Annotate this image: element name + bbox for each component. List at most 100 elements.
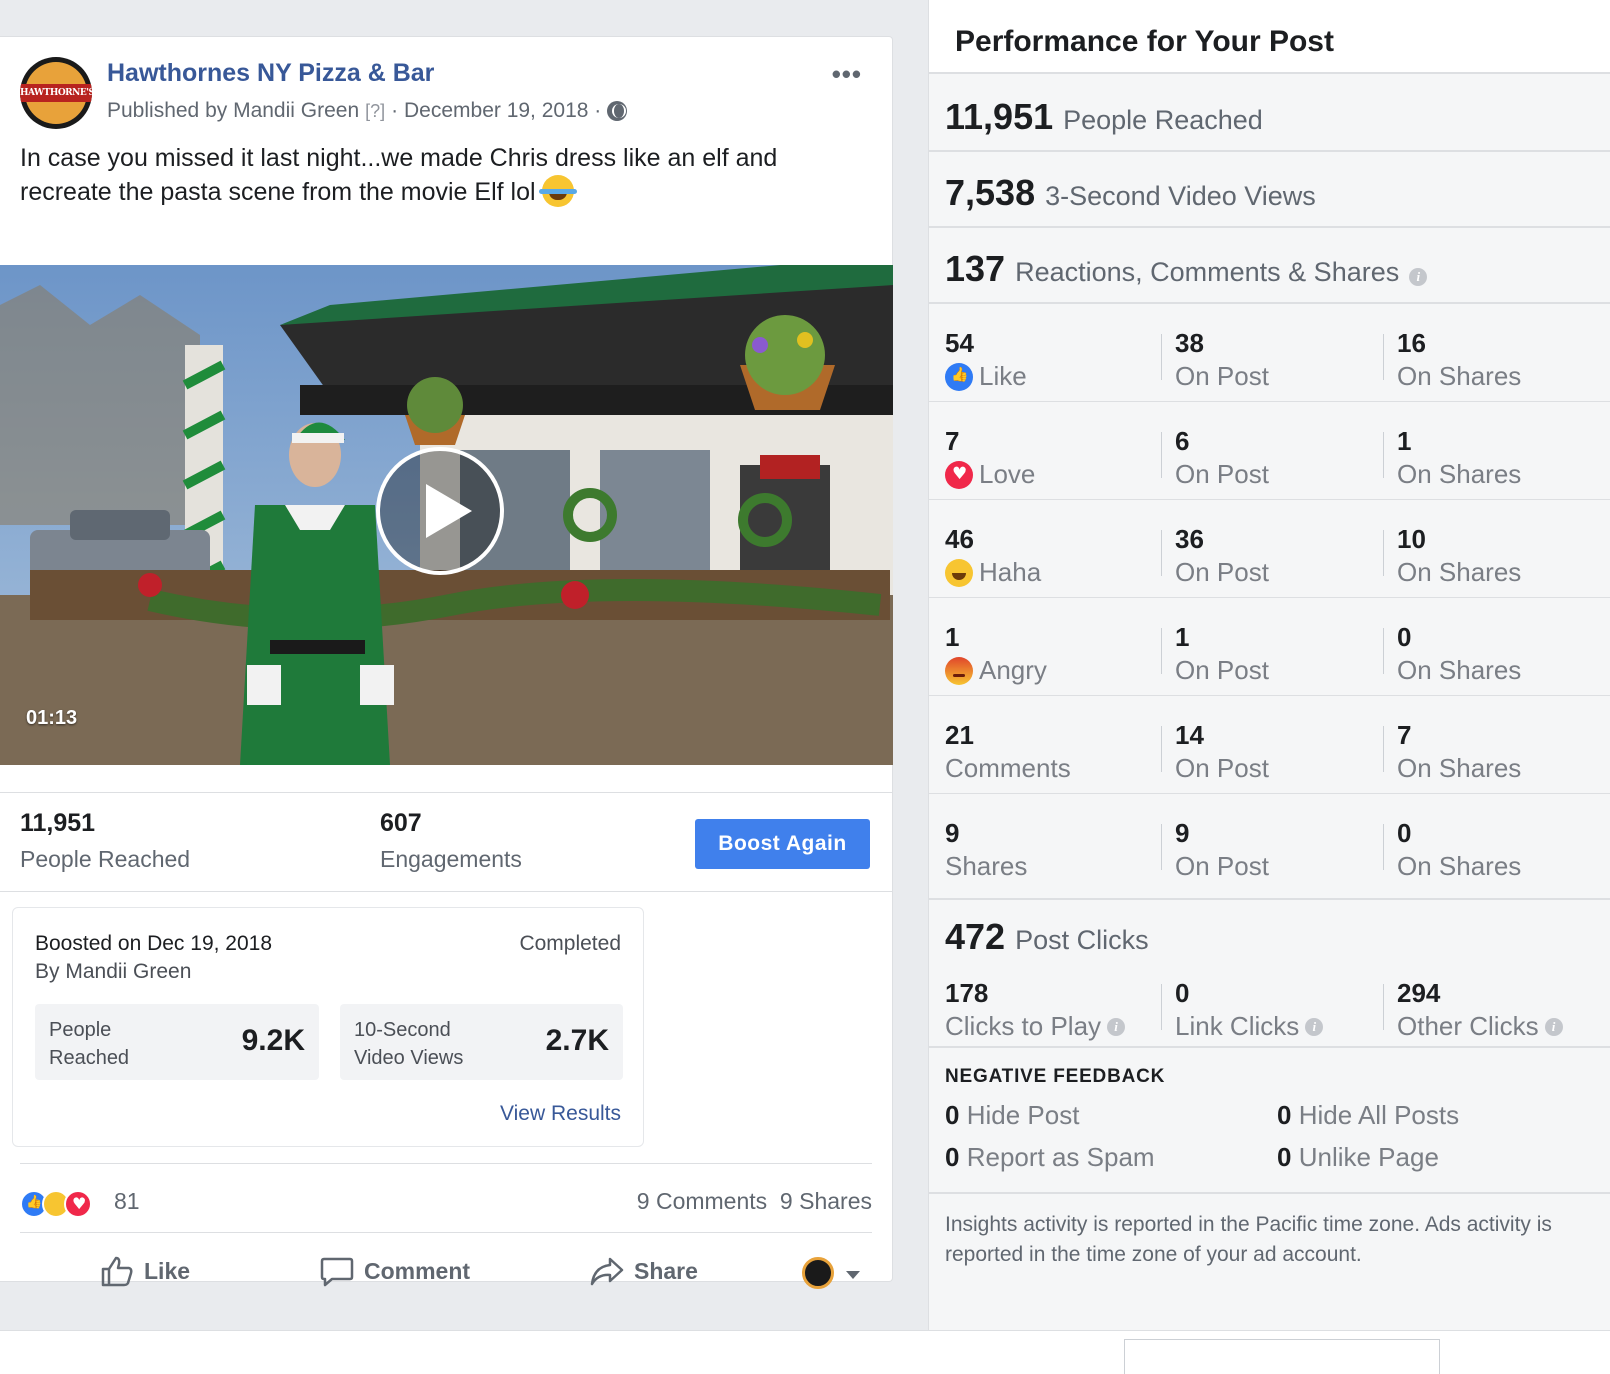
hide-all-posts-value: 0 bbox=[1277, 1100, 1292, 1130]
on-shares-label: On Shares bbox=[1397, 361, 1522, 391]
boost-metric2-label-line1: 10-Second bbox=[354, 1019, 451, 1041]
insights-reached-value: 11,951 bbox=[945, 96, 1054, 137]
shares-total: 9 bbox=[945, 818, 960, 848]
insights-rcs-label: Reactions, Comments & Shares bbox=[1015, 257, 1400, 287]
bottom-strip bbox=[0, 1330, 1610, 1374]
share-arrow-icon bbox=[590, 1257, 624, 1286]
shares-on-post-value: 9 bbox=[1175, 818, 1190, 848]
link-clicks: 0 Link Clicks i bbox=[1175, 978, 1324, 1042]
negative-feedback-title: NEGATIVE FEEDBACK bbox=[945, 1066, 1166, 1087]
boost-people-reached-label: People Reached bbox=[49, 1016, 129, 1072]
hide-all-posts-label: Hide All Posts bbox=[1298, 1100, 1460, 1130]
published-by[interactable]: Published by Mandii Green bbox=[107, 99, 359, 123]
clicks-to-play-value: 178 bbox=[945, 978, 989, 1008]
report-spam-value: 0 bbox=[945, 1142, 960, 1172]
help-mark[interactable]: [?] bbox=[365, 101, 385, 122]
chevron-down-icon[interactable] bbox=[846, 1271, 860, 1279]
insights-rcs-value: 137 bbox=[945, 248, 1006, 289]
comment-icon bbox=[320, 1257, 354, 1287]
tears-of-joy-emoji-icon bbox=[539, 175, 578, 207]
boost-metric1-label-line1: People bbox=[49, 1019, 112, 1041]
on-post-label: On Post bbox=[1175, 851, 1269, 881]
info-icon[interactable]: i bbox=[1544, 1017, 1563, 1036]
boost-summary-box: Boosted on Dec 19, 2018 By Mandii Green … bbox=[12, 907, 644, 1147]
info-icon[interactable]: i bbox=[1107, 1017, 1126, 1036]
reaction-count[interactable]: 81 bbox=[114, 1188, 140, 1215]
negative-feedback-block: NEGATIVE FEEDBACK 0 Hide Post 0 Hide All… bbox=[929, 1048, 1610, 1194]
on-shares-label: On Shares bbox=[1397, 557, 1522, 587]
love-reaction-icon bbox=[64, 1190, 92, 1218]
video-duration: 01:13 bbox=[26, 707, 78, 729]
more-options-icon[interactable]: ••• bbox=[832, 59, 862, 90]
post-card: HAWTHORNE'S Hawthornes NY Pizza & Bar Pu… bbox=[0, 36, 893, 1289]
insights-views-value: 7,538 bbox=[945, 172, 1036, 213]
acting-as-avatar[interactable] bbox=[802, 1257, 834, 1289]
reaction-icons[interactable] bbox=[20, 1190, 92, 1218]
on-shares-label: On Shares bbox=[1397, 851, 1522, 881]
hide-all-posts-stat: 0 Hide All Posts bbox=[1277, 1100, 1459, 1131]
link-clicks-label: Link Clicks bbox=[1175, 1011, 1300, 1041]
play-button-icon[interactable] bbox=[376, 447, 504, 575]
like-button[interactable]: Like bbox=[100, 1255, 190, 1287]
post-clicks-value: 472 bbox=[945, 916, 1006, 957]
hide-post-label: Hide Post bbox=[966, 1100, 1080, 1130]
other-clicks-value: 294 bbox=[1397, 978, 1441, 1008]
comments-label: Comments bbox=[945, 753, 1071, 783]
hide-post-stat: 0 Hide Post bbox=[945, 1100, 1079, 1131]
info-icon[interactable]: i bbox=[1409, 268, 1428, 286]
clicks-to-play: 178 Clicks to Play i bbox=[945, 978, 1126, 1042]
love-icon bbox=[945, 460, 973, 489]
on-post-label: On Post bbox=[1175, 557, 1269, 587]
comments-on-post-value: 14 bbox=[1175, 720, 1204, 750]
video-player[interactable]: 01:13 bbox=[0, 265, 893, 765]
reaction-row-haha: 46 Haha 36 On Post 10 On Shares bbox=[929, 500, 1610, 598]
boost-metric1-label-line2: Reached bbox=[49, 1047, 130, 1069]
comments-shares-count[interactable]: 9 Comments 9 Shares bbox=[637, 1188, 872, 1215]
boost-title: Boosted on Dec 19, 2018 bbox=[35, 932, 273, 955]
post-clicks-headline: 472 Post Clicks bbox=[945, 916, 1149, 958]
post-date[interactable]: · December 19, 2018 · bbox=[391, 99, 601, 123]
reached-value: 11,951 bbox=[20, 809, 96, 837]
haha-on-post-value: 36 bbox=[1175, 524, 1204, 554]
haha-icon bbox=[945, 558, 973, 587]
engagements-stat: 607 Engagements bbox=[380, 809, 522, 873]
boost-by: By Mandii Green bbox=[35, 960, 192, 983]
hide-post-value: 0 bbox=[945, 1100, 960, 1130]
other-clicks: 294 Other Clicks i bbox=[1397, 978, 1563, 1042]
reactions-summary-row: 81 9 Comments 9 Shares bbox=[20, 1163, 872, 1233]
love-on-post-value: 6 bbox=[1175, 426, 1190, 456]
share-button[interactable]: Share bbox=[590, 1255, 698, 1287]
page-avatar[interactable]: HAWTHORNE'S bbox=[20, 57, 92, 129]
reaction-row-like: 54Like 38On Post 16On Shares bbox=[929, 304, 1610, 402]
like-button-label: Like bbox=[144, 1257, 191, 1284]
insights-views-label: 3-Second Video Views bbox=[1045, 181, 1316, 211]
unlike-page-value: 0 bbox=[1277, 1142, 1292, 1172]
boost-again-button[interactable]: Boost Again bbox=[695, 819, 870, 869]
view-results-link[interactable]: View Results bbox=[500, 1102, 621, 1126]
boost-status: Completed bbox=[519, 932, 621, 955]
unlike-page-stat: 0 Unlike Page bbox=[1277, 1142, 1439, 1173]
boost-video-views-label: 10-Second Video Views bbox=[354, 1016, 463, 1072]
like-icon bbox=[945, 362, 973, 391]
love-total: 7 bbox=[945, 426, 960, 456]
engagements-label: Engagements bbox=[380, 846, 522, 872]
clicks-to-play-label: Clicks to Play bbox=[945, 1011, 1102, 1041]
comment-button[interactable]: Comment bbox=[320, 1255, 470, 1287]
report-spam-label: Report as Spam bbox=[966, 1142, 1155, 1172]
on-shares-label: On Shares bbox=[1397, 753, 1522, 783]
thumbs-up-icon bbox=[101, 1256, 133, 1287]
boost-video-views-value: 2.7K bbox=[545, 1024, 609, 1057]
reached-label: People Reached bbox=[20, 846, 191, 872]
bottom-tab[interactable] bbox=[1124, 1339, 1440, 1374]
page-name-link[interactable]: Hawthornes NY Pizza & Bar bbox=[107, 59, 434, 88]
engagements-value: 607 bbox=[380, 809, 422, 837]
post-header: HAWTHORNE'S Hawthornes NY Pizza & Bar Pu… bbox=[20, 57, 880, 137]
post-text: In case you missed it last night...we ma… bbox=[20, 141, 850, 209]
on-post-label: On Post bbox=[1175, 361, 1269, 391]
comments-total: 21 bbox=[945, 720, 974, 750]
shares-row: 9 Shares 9 On Post 0 On Shares bbox=[929, 794, 1610, 900]
angry-on-post-value: 1 bbox=[1175, 622, 1190, 652]
on-post-label: On Post bbox=[1175, 459, 1269, 489]
info-icon[interactable]: i bbox=[1305, 1017, 1324, 1036]
angry-icon bbox=[945, 656, 973, 685]
